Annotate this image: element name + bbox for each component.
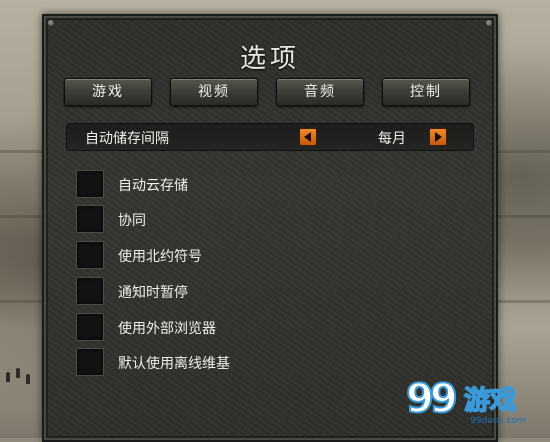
soldier-figure: [16, 368, 20, 378]
watermark-number: 99: [405, 375, 459, 423]
option-cooperative: 协同: [76, 205, 376, 233]
tab-bar: 游戏 视频 音频 控制: [62, 78, 478, 106]
arrow-right-icon[interactable]: [429, 128, 447, 146]
option-label: 自动云存储: [118, 178, 188, 194]
option-label: 使用外部浏览器: [118, 321, 216, 337]
autosave-interval-value: 每月: [378, 131, 406, 147]
option-label: 使用北约符号: [118, 249, 202, 265]
tab-audio[interactable]: 音频: [276, 78, 364, 106]
watermark-text: 游戏: [463, 385, 517, 417]
option-external-browser: 使用外部浏览器: [76, 313, 376, 341]
soldier-figure: [6, 372, 10, 382]
rivet: [48, 20, 54, 26]
page-title: 选项: [239, 44, 300, 74]
arrow-left-icon[interactable]: [299, 128, 317, 146]
tab-controls[interactable]: 控制: [382, 78, 470, 106]
soldier-figure: [26, 374, 30, 384]
option-pause-on-notify: 通知时暂停: [76, 277, 376, 305]
site-watermark-logo: 99 游戏 99danji.com: [405, 374, 546, 434]
checkbox[interactable]: [76, 348, 104, 376]
autosave-interval-label: 自动储存间隔: [85, 131, 169, 147]
watermark-url: 99danji.com: [470, 416, 526, 426]
tab-video[interactable]: 视频: [170, 78, 258, 106]
option-label: 协同: [118, 213, 146, 229]
option-auto-cloud-save: 自动云存储: [76, 170, 376, 198]
checkbox[interactable]: [76, 205, 104, 233]
option-offline-wiki: 默认使用离线维基: [76, 348, 376, 376]
checkbox[interactable]: [76, 313, 104, 341]
rivet: [486, 20, 492, 26]
checkbox[interactable]: [76, 277, 104, 305]
option-label: 通知时暂停: [118, 285, 188, 301]
option-label: 默认使用离线维基: [118, 356, 230, 372]
tab-game[interactable]: 游戏: [64, 78, 152, 106]
option-nato-symbols: 使用北约符号: [76, 241, 376, 269]
autosave-interval-row: 自动储存间隔 每月: [66, 123, 474, 151]
checkbox[interactable]: [76, 241, 104, 269]
checkbox[interactable]: [76, 170, 104, 198]
